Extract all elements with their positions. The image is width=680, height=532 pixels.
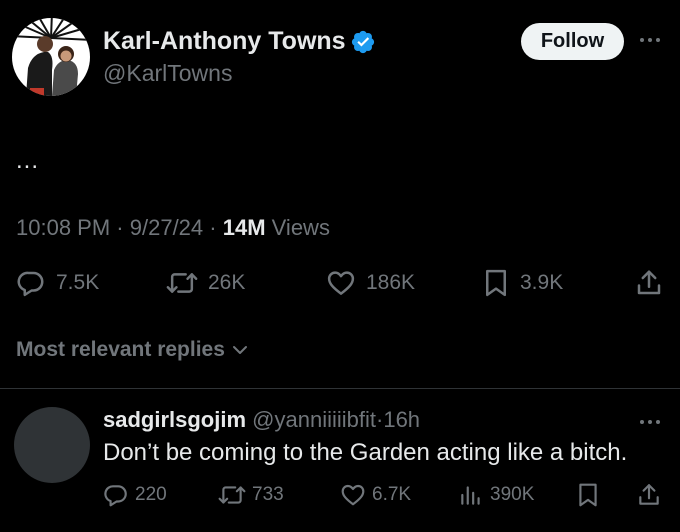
- repost-icon: [218, 486, 246, 504]
- repost-button[interactable]: 26K: [166, 268, 245, 298]
- tweet-time[interactable]: 10:08 PM: [16, 215, 110, 240]
- reply-like-button[interactable]: 6.7K: [340, 482, 411, 508]
- reply-author-name[interactable]: sadgirlsgojim: [103, 407, 246, 432]
- like-button[interactable]: 186K: [326, 268, 415, 298]
- author-handle[interactable]: @KarlTowns: [103, 60, 232, 87]
- reply-more-options-icon[interactable]: [638, 412, 662, 432]
- divider: [0, 388, 680, 389]
- reply-repost-button[interactable]: 733: [218, 482, 284, 508]
- analytics-icon: [461, 486, 480, 505]
- replies-sort-label: Most relevant replies: [16, 338, 225, 361]
- reply-avatar[interactable]: [14, 407, 90, 483]
- tweet-meta: 10:08 PM · 9/27/24 · 14M Views: [16, 215, 330, 241]
- reply-like-count: 6.7K: [372, 484, 412, 505]
- reply-time[interactable]: 16h: [383, 407, 420, 432]
- heart-icon: [327, 271, 355, 295]
- more-options-icon[interactable]: [638, 30, 662, 50]
- bookmark-icon: [486, 269, 506, 297]
- meta-separator: ·: [116, 215, 124, 240]
- share-icon: [639, 484, 659, 505]
- bookmark-count: 3.9K: [520, 271, 564, 294]
- author-avatar-image: [12, 18, 90, 96]
- views-count: 14M: [222, 215, 266, 240]
- reply-text: Don’t be coming to the Garden acting lik…: [103, 439, 628, 466]
- reply-button[interactable]: 7.5K: [16, 268, 99, 298]
- share-icon: [637, 270, 661, 295]
- reply-icon: [104, 485, 127, 507]
- reply-icon: [17, 271, 44, 297]
- tweet-date[interactable]: 9/27/24: [130, 215, 203, 240]
- tweet-text: ...: [16, 147, 40, 174]
- reply-reply-button[interactable]: 220: [103, 482, 167, 508]
- bookmark-button[interactable]: 3.9K: [482, 268, 563, 298]
- reply-author-handle[interactable]: @yanniiiiibfit: [252, 407, 376, 432]
- reply-repost-count: 733: [252, 484, 284, 505]
- reply-views-button[interactable]: 390K: [458, 482, 534, 508]
- like-count: 186K: [366, 271, 416, 294]
- chevron-down-icon: [232, 346, 247, 354]
- bookmark-icon: [579, 483, 597, 507]
- reply-bookmark-button[interactable]: [576, 482, 600, 508]
- author-avatar[interactable]: [12, 18, 90, 96]
- reply-views-count: 390K: [490, 484, 535, 505]
- repost-icon: [166, 273, 198, 293]
- reply-count: 7.5K: [56, 271, 100, 294]
- reply-share-button[interactable]: [636, 482, 662, 508]
- meta-separator: ·: [209, 215, 217, 240]
- repost-count: 26K: [208, 271, 246, 294]
- share-button[interactable]: [634, 268, 664, 298]
- heart-icon: [341, 484, 365, 506]
- verified-badge-icon: [350, 29, 376, 55]
- author-name[interactable]: Karl-Anthony Towns: [103, 27, 346, 56]
- reply-reply-count: 220: [135, 484, 167, 505]
- views-label: Views: [271, 215, 330, 240]
- follow-button[interactable]: Follow: [521, 23, 624, 60]
- reply-header: sadgirlsgojim @yanniiiiibfit·16h: [103, 407, 420, 433]
- replies-sort-dropdown[interactable]: Most relevant replies: [16, 338, 249, 362]
